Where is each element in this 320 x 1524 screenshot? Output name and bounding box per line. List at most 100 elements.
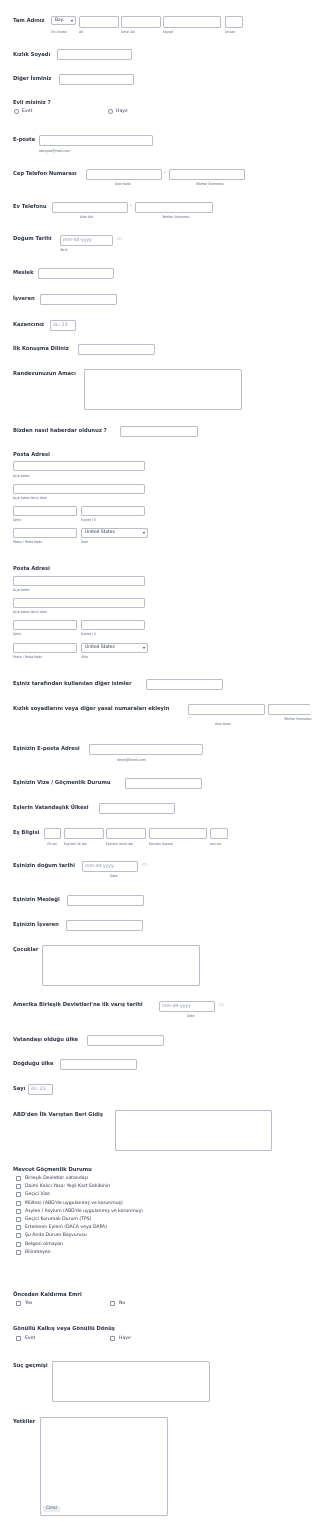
spouse-middle-input[interactable] xyxy=(106,828,146,839)
immigration-status-checkbox[interactable] xyxy=(16,1176,21,1181)
prior-removal-label: Önceden Kaldırma Emri xyxy=(13,1292,82,1298)
immigration-status-checkbox[interactable] xyxy=(16,1249,21,1255)
cell-area-input[interactable] xyxy=(86,169,162,180)
address1-label: Posta Adresi xyxy=(13,452,50,458)
spouse-other-names-label: Eşiniz tarafından kullanılan diğer isiml… xyxy=(13,681,132,687)
other-names-input[interactable] xyxy=(59,74,134,85)
home-area-input[interactable] xyxy=(52,202,128,213)
spouse-last-input[interactable] xyxy=(149,828,207,839)
calendar-icon[interactable]: ▭ xyxy=(142,862,147,868)
middle-name-sublabel: İkinci Ad xyxy=(121,30,135,34)
first-name-input[interactable] xyxy=(79,16,119,28)
address2-street-input[interactable] xyxy=(13,576,145,586)
spouse-prefix-input[interactable] xyxy=(44,828,61,839)
suffix-input[interactable] xyxy=(225,16,243,28)
income-input[interactable]: ön: 23 xyxy=(50,320,76,331)
address2-country-select[interactable]: United States ▾ xyxy=(81,643,148,653)
first-language-input[interactable] xyxy=(78,344,155,355)
address1-street-input[interactable] xyxy=(13,461,145,471)
count-placeholder: ön: 23 xyxy=(31,1087,46,1092)
birth-date-sublabel: Tarih xyxy=(60,248,68,252)
spouse-birth-label: Eşinizin doğum tarihi xyxy=(13,863,75,869)
spouse-email-label: Eşinizin E-posta Adresi xyxy=(13,746,80,752)
clear-signature-button[interactable]: Clear xyxy=(43,1506,61,1512)
name-prefix-select[interactable]: Bay. ▾ xyxy=(51,16,76,25)
address1-zip-input[interactable] xyxy=(13,528,77,538)
married-no-radio[interactable] xyxy=(108,109,113,114)
address2-state-input[interactable] xyxy=(81,620,145,630)
departures-label: ABD'den İlk Varıştan Beri Gidiş xyxy=(13,1112,103,1118)
heard-from-input[interactable] xyxy=(120,426,198,437)
income-label: Kazancınız xyxy=(13,322,45,328)
address2-zip-input[interactable] xyxy=(13,643,77,653)
home-number-input[interactable] xyxy=(135,202,213,213)
appointment-purpose-textarea[interactable] xyxy=(84,369,242,410)
criminal-history-textarea[interactable] xyxy=(52,1361,210,1402)
last-name-sublabel: Soyad xyxy=(163,30,173,34)
maiden-legal-area-sublabel: Alan Kodu xyxy=(215,722,231,726)
departures-textarea[interactable] xyxy=(115,1110,272,1151)
address1-country-select[interactable]: United States ▾ xyxy=(81,528,148,538)
occupation-input[interactable] xyxy=(38,268,114,279)
immigration-status-checkbox[interactable] xyxy=(16,1233,21,1239)
address1-state-input[interactable] xyxy=(81,506,145,516)
immigration-status-checkbox[interactable] xyxy=(16,1241,21,1247)
employer-label: İşveren xyxy=(13,296,35,302)
signature-pad[interactable] xyxy=(40,1417,168,1516)
immigration-status-checkbox[interactable] xyxy=(16,1184,21,1190)
voluntary-no-checkbox[interactable] xyxy=(110,1336,115,1341)
us-entry-date-input[interactable]: mm-dd-yyyy xyxy=(159,1001,215,1012)
cell-dash: - xyxy=(164,171,166,176)
last-name-input[interactable] xyxy=(163,16,221,28)
cell-number-input[interactable] xyxy=(169,169,245,180)
home-phone-label: Ev Telefonu xyxy=(13,204,47,210)
home-area-sublabel: Alan Ark xyxy=(80,215,94,219)
spouse-citizenship-input[interactable] xyxy=(99,803,175,814)
maiden-name-input[interactable] xyxy=(57,49,132,60)
address1-street2-input[interactable] xyxy=(13,484,145,494)
spouse-email-input[interactable] xyxy=(89,744,203,755)
spouse-suffix-input[interactable] xyxy=(210,828,228,839)
spouse-birth-input[interactable]: mm-dd-yyyy xyxy=(82,861,138,872)
employer-input[interactable] xyxy=(40,294,117,305)
married-yes-radio[interactable] xyxy=(14,109,19,114)
prior-removal-yes-checkbox[interactable] xyxy=(16,1301,21,1306)
us-entry-date-placeholder: mm-dd-yyyy xyxy=(162,1004,191,1009)
count-input[interactable]: ön: 23 xyxy=(28,1084,53,1095)
immigration-status-checkbox[interactable] xyxy=(16,1208,21,1214)
calendar-icon[interactable]: ▭ xyxy=(117,236,122,242)
prior-removal-no-checkbox[interactable] xyxy=(110,1301,115,1306)
authorized-label: Yetkiler xyxy=(13,1419,36,1425)
spouse-email-hint: ömek@örnek.com xyxy=(117,758,146,762)
voluntary-yes-checkbox[interactable] xyxy=(16,1336,21,1341)
address2-street2-input[interactable] xyxy=(13,598,145,608)
married-yes-label: Evet xyxy=(22,109,33,114)
children-textarea[interactable] xyxy=(42,945,200,986)
spouse-employer-input[interactable] xyxy=(66,920,143,931)
spouse-first-input[interactable] xyxy=(64,828,104,839)
chevron-down-icon: ▾ xyxy=(142,645,145,650)
spouse-visa-input[interactable] xyxy=(125,778,202,789)
birth-country-input[interactable] xyxy=(60,1059,137,1070)
immigration-status-checkbox[interactable] xyxy=(16,1225,21,1231)
appointment-purpose-label: Randevunuzun Amacı xyxy=(13,371,76,377)
citizenship-country-input[interactable] xyxy=(87,1035,164,1046)
immigration-status-option-label: Geçici Korumalı Durum (TPS) xyxy=(25,1217,92,1222)
spouse-other-names-input[interactable] xyxy=(146,679,223,690)
maiden-legal-area-input[interactable] xyxy=(188,704,265,715)
immigration-status-checkbox[interactable] xyxy=(16,1192,21,1198)
maiden-legal-number-input[interactable] xyxy=(268,704,310,715)
immigration-status-checkbox[interactable] xyxy=(16,1200,21,1206)
spouse-occupation-input[interactable] xyxy=(67,895,144,906)
address2-city-input[interactable] xyxy=(13,620,77,630)
address1-city-input[interactable] xyxy=(13,506,77,516)
immigration-status-checkbox[interactable] xyxy=(16,1217,21,1222)
cell-number-sublabel: Telefon Numarası xyxy=(196,182,224,186)
middle-name-input[interactable] xyxy=(121,16,161,28)
email-input[interactable] xyxy=(39,135,153,146)
prior-removal-no-label: No xyxy=(119,1301,126,1306)
immigration-status-option-label: Ertelenen Eylem (DACA veya DAPA) xyxy=(25,1225,107,1231)
calendar-icon[interactable]: ▭ xyxy=(219,1002,224,1008)
birth-date-input[interactable]: mm-dd-yyyy xyxy=(60,235,113,246)
chevron-down-icon: ▾ xyxy=(70,18,73,23)
